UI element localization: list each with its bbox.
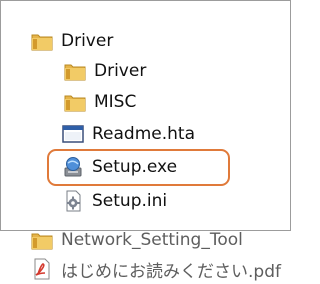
tree-item-label: Driver [61, 31, 114, 51]
tree-item-readme-hta[interactable]: Readme.hta [62, 120, 195, 148]
tree-item-label: Setup.exe [92, 157, 178, 177]
tree-item-label: Driver [94, 61, 147, 81]
window-app-icon [62, 124, 84, 144]
tree-item-label: Readme.hta [92, 124, 195, 144]
file-tree: Driver Driver MISC Readme.hta Setup.exe … [0, 0, 305, 284]
folder-icon [31, 230, 53, 250]
setup-installer-icon [62, 156, 84, 178]
folder-icon [31, 31, 53, 51]
tree-item-readme-pdf[interactable]: はじめにお読みください.pdf [31, 255, 281, 283]
tree-item-setup-exe[interactable]: Setup.exe [62, 153, 177, 181]
tree-item-misc[interactable]: MISC [64, 88, 136, 116]
tree-item-label: MISC [94, 92, 137, 112]
tree-item-network-setting-tool[interactable]: Network_Setting_Tool [31, 226, 243, 254]
tree-item-label: Setup.ini [92, 191, 168, 211]
tree-item-driver[interactable]: Driver [64, 57, 146, 85]
settings-file-icon [62, 190, 84, 212]
pdf-file-icon [31, 258, 53, 280]
folder-icon [64, 61, 86, 81]
tree-item-label: Network_Setting_Tool [61, 230, 243, 250]
tree-item-setup-ini[interactable]: Setup.ini [62, 187, 167, 215]
tree-item-label: はじめにお読みください.pdf [61, 261, 281, 282]
tree-item-driver-root[interactable]: Driver [31, 27, 113, 55]
folder-icon [64, 92, 86, 112]
